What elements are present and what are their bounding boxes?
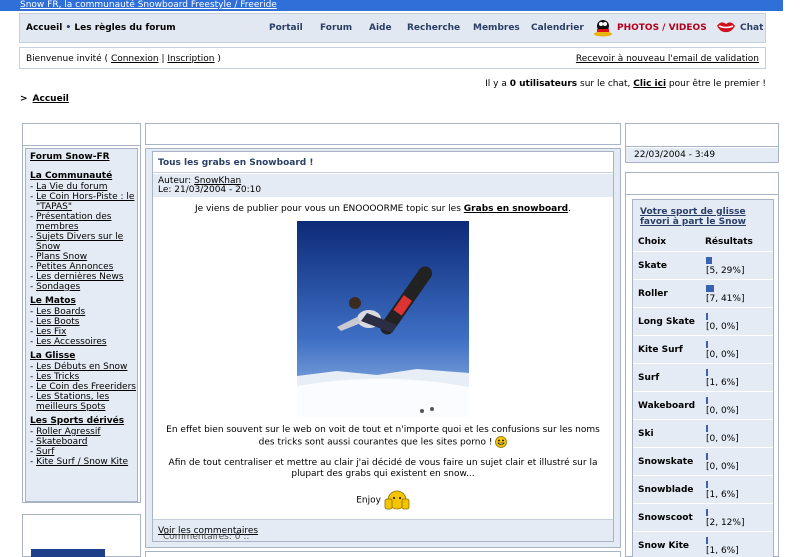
comments-count: Commentaires: 0 ::	[163, 532, 250, 542]
nav-forum-link[interactable]: Forum	[320, 23, 352, 33]
breadcrumb-arrow: >	[20, 94, 28, 104]
poll-bar	[706, 313, 708, 320]
sidebar-link[interactable]: - Les Fix	[30, 327, 137, 337]
mascot-icon	[594, 20, 612, 37]
nav-search-link[interactable]: Recherche	[407, 23, 460, 33]
login-link[interactable]: Connexion	[111, 54, 159, 64]
sidebar-section[interactable]: La Communauté	[30, 171, 137, 182]
poll-bar	[706, 509, 708, 516]
sidebar-section[interactable]: Le Matos	[30, 296, 137, 307]
sidebar-links: Forum Snow-FR La Communauté - La Vie du …	[30, 149, 137, 467]
sidebar-link[interactable]: - Présentation des membres	[30, 212, 137, 232]
sidebar-banner-image[interactable]	[31, 549, 105, 557]
current-date: 22/03/2004 - 3:49	[634, 150, 716, 160]
grabs-topic-link[interactable]: Grabs en snowboard	[464, 204, 568, 214]
sidebar-link[interactable]: - Skateboard	[30, 437, 137, 447]
chat-join-link[interactable]: Clic ici	[633, 79, 666, 89]
sidebar-link[interactable]: - Les Boards	[30, 307, 137, 317]
thumbs-up-emoticon-icon	[384, 490, 410, 509]
sidebar-section[interactable]: La Glisse	[30, 351, 137, 362]
next-news-panel	[145, 551, 621, 557]
sidebar-link[interactable]: - Les Tricks	[30, 372, 137, 382]
poll-bar	[706, 453, 708, 460]
sidebar-title[interactable]: Forum Snow-FR	[30, 152, 137, 163]
poll-box: Votre sport de glisse favori à part le S…	[625, 172, 779, 557]
sidebar-lower-box	[22, 514, 141, 557]
post-meta: Auteur: SnowKhan Le: 21/03/2004 - 20:10	[153, 174, 613, 197]
sidebar-link[interactable]: - Surf	[30, 447, 137, 457]
site-title-link[interactable]: Snow FR, la communauté Snowboard Freesty…	[20, 0, 277, 10]
poll-bar	[706, 481, 708, 488]
post-content: Je viens de publier pour vous un ENOOOOR…	[153, 198, 613, 512]
date-box: 22/03/2004 - 3:49	[625, 123, 779, 163]
sidebar-link[interactable]: - Roller Agressif	[30, 427, 137, 437]
post-title: Tous les grabs en Snowboard !	[158, 158, 314, 168]
resend-validation-link[interactable]: Recevoir à nouveau l'email de validation	[576, 54, 759, 64]
poll-bar	[706, 537, 708, 544]
poll-row: Snowskate [0, 0%]	[633, 447, 773, 474]
sidebar-link[interactable]: - Les Stations, les meilleurs Spots	[30, 392, 137, 412]
nav-home-link[interactable]: Accueil	[26, 23, 62, 33]
news-post: Tous les grabs en Snowboard ! Auteur: Sn…	[152, 151, 614, 542]
sidebar-link[interactable]: - Plans Snow	[30, 252, 137, 262]
lips-icon	[717, 22, 735, 33]
sidebar-section[interactable]: Les Sports dérivés	[30, 416, 137, 427]
sidebar-link[interactable]: - La Vie du forum	[30, 182, 137, 192]
poll-row: Kite Surf [0, 0%]	[633, 335, 773, 362]
nav-portal-link[interactable]: Portail	[269, 23, 303, 33]
snowboarder-photo	[297, 221, 469, 417]
sidebar-link[interactable]: - Le Coin des Freeriders	[30, 382, 137, 392]
news-area: Tous les grabs en Snowboard ! Auteur: Sn…	[145, 148, 621, 548]
chat-status: Il y a 0 utilisateurs sur le chat, Clic …	[485, 79, 766, 89]
grin-emoticon-icon	[495, 436, 508, 448]
poll-title-link[interactable]: Votre sport de glisse favori à part le S…	[640, 207, 768, 227]
sidebar-link[interactable]: - Petites Annonces	[30, 262, 137, 272]
poll-row: Snowblade [1, 6%]	[633, 475, 773, 502]
poll-bar	[706, 397, 708, 404]
poll-row: Wakeboard [0, 0%]	[633, 391, 773, 418]
sidebar-link[interactable]: - Les Accessoires	[30, 337, 137, 347]
poll-row: Ski [0, 0%]	[633, 419, 773, 446]
breadcrumb-home-link[interactable]: Accueil	[33, 94, 69, 104]
sidebar-link[interactable]: - Kite Surf / Snow Kite	[30, 457, 137, 467]
sidebar-link[interactable]: - Les dernières News	[30, 272, 137, 282]
poll-bar	[706, 369, 708, 376]
nav-chat-link[interactable]: Chat	[740, 23, 763, 33]
sidebar-link[interactable]: - Sujets Divers sur le Snow	[30, 232, 137, 252]
poll-bar	[706, 285, 714, 292]
register-link[interactable]: Inscription	[167, 54, 214, 64]
poll-bar	[706, 341, 708, 348]
poll-row: Snow Kite [1, 6%]	[633, 531, 773, 557]
sidebar-link[interactable]: - Les Boots	[30, 317, 137, 327]
poll-row: Skate [5, 29%]	[633, 251, 773, 278]
page-scrollbar[interactable]	[783, 0, 800, 557]
breadcrumb: > Accueil	[20, 94, 69, 104]
poll-row: Snowscoot [2, 12%]	[633, 503, 773, 530]
post-date: Le: 21/03/2004 - 20:10	[158, 185, 262, 195]
poll-bar	[706, 425, 708, 432]
sidebar-link[interactable]: - Le Coin Hors-Piste : le "TAPAS"	[30, 192, 137, 212]
welcome-bar: Bienvenue invité ( Connexion | Inscripti…	[19, 47, 766, 69]
sidebar-link[interactable]: - Les Débuts en Snow	[30, 362, 137, 372]
nav-photos-videos-link[interactable]: PHOTOS / VIDEOS	[617, 23, 707, 33]
news-header	[145, 123, 621, 145]
poll-row: Surf [1, 6%]	[633, 363, 773, 390]
nav-members-link[interactable]: Membres	[473, 23, 520, 33]
main-navigation: Accueil • Les règles du forum Portail Fo…	[19, 13, 766, 43]
poll-row: Long Skate [0, 0%]	[633, 307, 773, 334]
sidebar-header	[23, 124, 140, 146]
forum-sidebar: Forum Snow-FR La Communauté - La Vie du …	[22, 123, 141, 503]
sidebar-link[interactable]: - Sondages	[30, 282, 137, 292]
nav-rules-link[interactable]: Les règles du forum	[74, 23, 175, 33]
title-bar: Snow FR, la communauté Snowboard Freesty…	[0, 0, 800, 11]
poll-row: Roller [7, 41%]	[633, 279, 773, 306]
nav-calendar-link[interactable]: Calendrier	[531, 23, 584, 33]
nav-help-link[interactable]: Aide	[369, 23, 392, 33]
poll-bar	[706, 257, 712, 264]
